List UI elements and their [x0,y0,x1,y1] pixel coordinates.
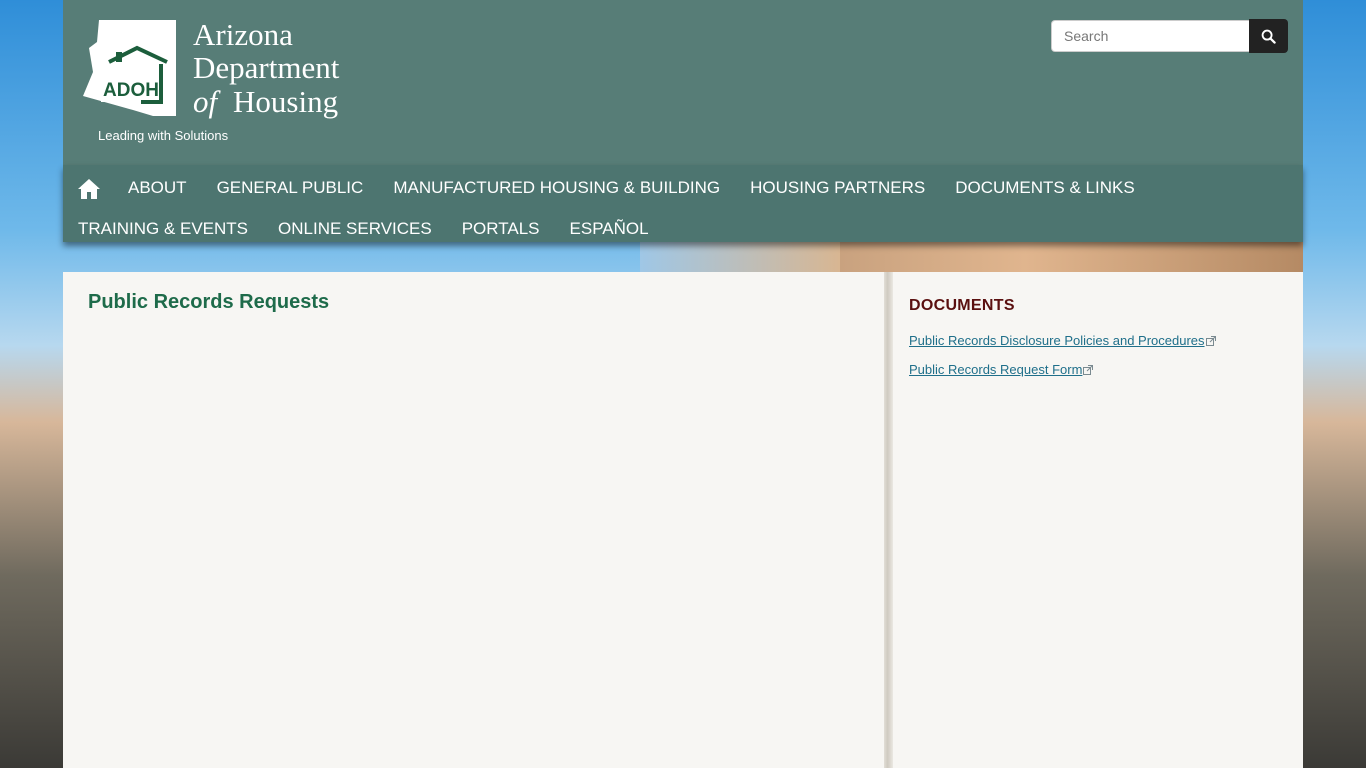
main-content: Public Records Requests [63,272,884,768]
nav-manufactured-housing-building[interactable]: MANUFACTURED HOUSING & BUILDING [378,170,735,211]
link-request-form[interactable]: Public Records Request Form [909,362,1289,377]
tagline: Leading with Solutions [98,128,229,143]
search-input[interactable] [1051,20,1249,52]
header: ADOH Arizona Department of Housing Leadi… [63,0,1303,165]
column-divider [884,272,893,768]
documents-list: Public Records Disclosure Policies and P… [909,333,1289,377]
nav-about[interactable]: ABOUT [113,170,202,211]
home-icon [78,179,100,199]
content-area: Public Records Requests DOCUMENTS Public… [63,272,1303,768]
external-link-icon [1205,336,1216,346]
link-disclosure-policies-label: Public Records Disclosure Policies and P… [909,333,1205,348]
adoh-logo[interactable]: ADOH Arizona Department of Housing [83,17,373,125]
documents-heading: DOCUMENTS [909,297,1015,314]
sidebar: DOCUMENTS Public Records Disclosure Poli… [909,272,1289,391]
logo-line-housing: Housing [233,84,338,119]
logo-line-arizona: Arizona [193,20,293,52]
nav-espanol[interactable]: ESPAÑOL [555,211,664,247]
logo-line-of: of [193,84,222,119]
nav-general-public[interactable]: GENERAL PUBLIC [202,170,379,211]
nav-housing-partners[interactable]: HOUSING PARTNERS [735,170,940,211]
nav-online-services[interactable]: ONLINE SERVICES [263,211,447,247]
link-disclosure-policies[interactable]: Public Records Disclosure Policies and P… [909,333,1289,348]
link-request-form-label: Public Records Request Form [909,362,1083,377]
nav-documents-links[interactable]: DOCUMENTS & LINKS [940,170,1149,211]
external-link-icon [1083,365,1094,375]
nav-home[interactable] [63,170,113,211]
nav-portals[interactable]: PORTALS [447,211,555,247]
arizona-state-logo-icon: ADOH Arizona Department of Housing [83,17,340,119]
logo-line-department: Department [193,50,340,85]
main-navigation: ABOUT GENERAL PUBLIC MANUFACTURED HOUSIN… [63,165,1303,242]
logo-badge-text: ADOH [103,80,159,101]
search-icon [1261,29,1276,44]
search-button[interactable] [1249,19,1288,53]
page-title: Public Records Requests [88,291,330,313]
site-header-wrapper: ADOH Arizona Department of Housing Leadi… [63,0,1303,242]
search-form [1051,19,1288,53]
nav-training-events[interactable]: TRAINING & EVENTS [63,211,263,247]
